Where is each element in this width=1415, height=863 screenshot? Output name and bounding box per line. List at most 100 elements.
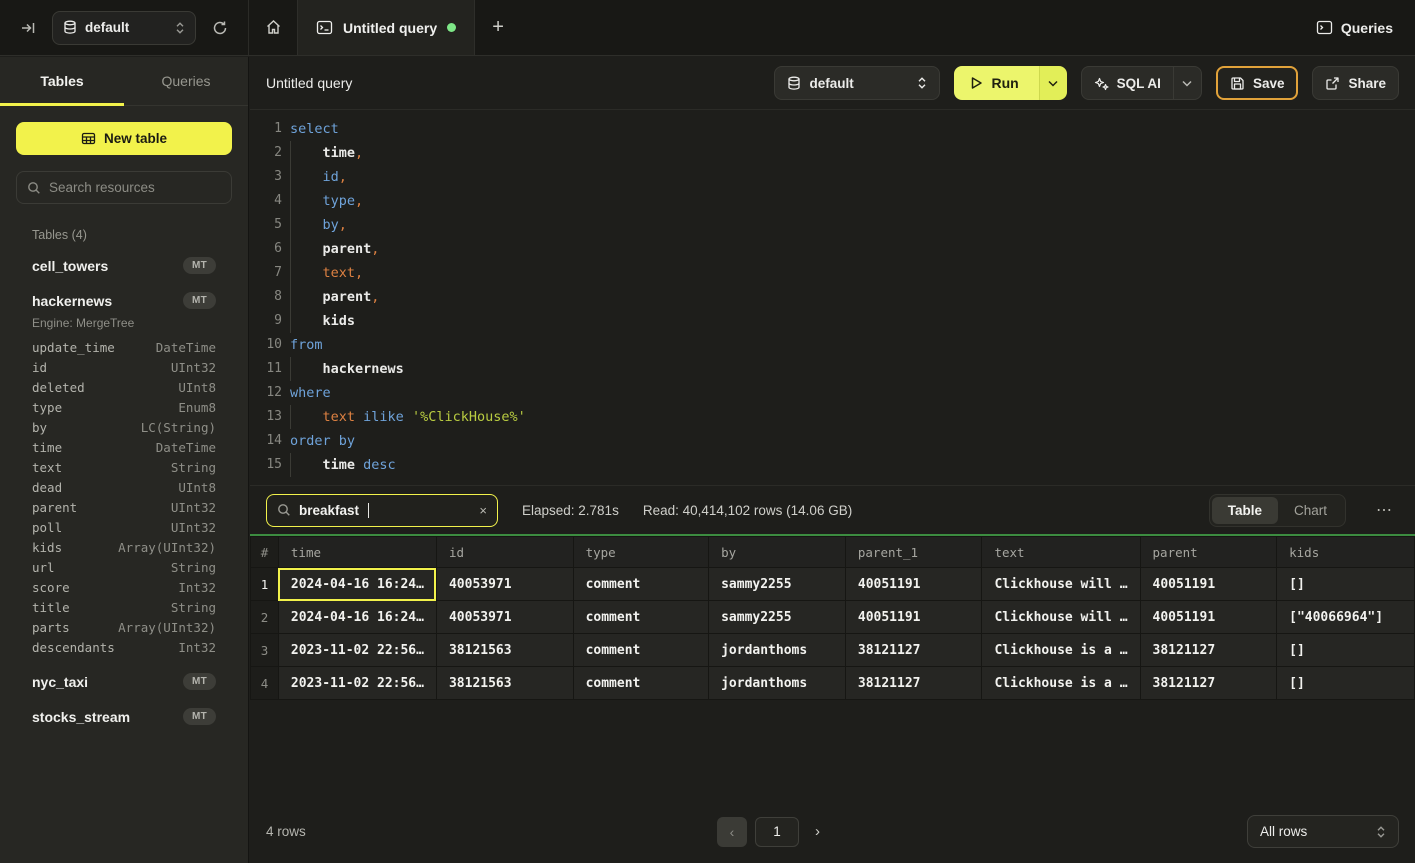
line-number: 7 [250, 261, 282, 285]
search-resources-input[interactable] [49, 180, 221, 195]
table-cell[interactable]: [] [1277, 667, 1415, 700]
table-cell[interactable]: 2023-11-02 22:56… [278, 667, 436, 700]
table-cell[interactable]: 38121127 [1140, 634, 1277, 667]
search-icon [277, 503, 291, 517]
editor-line[interactable]: 12where [250, 381, 1415, 405]
run-options-button[interactable] [1039, 66, 1067, 100]
top-bar: default Untitled query [0, 0, 1415, 56]
results-filter-input[interactable]: breakfast × [266, 494, 498, 527]
table-cell[interactable]: jordanthoms [709, 634, 846, 667]
sidebar-tab-queries[interactable]: Queries [124, 57, 248, 105]
new-tab-button[interactable]: + [475, 0, 521, 55]
table-cell[interactable]: 38121563 [436, 634, 573, 667]
table-cell[interactable]: 40051191 [1140, 568, 1277, 601]
table-cell[interactable]: sammy2255 [709, 568, 846, 601]
table-cell[interactable]: 40051191 [845, 601, 982, 634]
sql-ai-button[interactable]: SQL AI [1081, 66, 1202, 100]
database-selector-header[interactable]: default [774, 66, 940, 100]
table-cell[interactable]: comment [573, 634, 709, 667]
rows-count: 4 rows [266, 824, 306, 839]
editor-line[interactable]: 3 id, [250, 165, 1415, 189]
editor-line[interactable]: 4 type, [250, 189, 1415, 213]
table-cell[interactable]: ["40066964"] [1277, 601, 1415, 634]
editor-line[interactable]: 13 text ilike '%ClickHouse%' [250, 405, 1415, 429]
tab-untitled-query[interactable]: Untitled query [297, 0, 475, 55]
table-cell[interactable]: Clickhouse will … [982, 568, 1140, 601]
line-code: order by [290, 429, 355, 453]
view-chart-tab[interactable]: Chart [1278, 497, 1343, 524]
editor-line[interactable]: 10from [250, 333, 1415, 357]
previous-page-button[interactable]: ‹ [717, 817, 747, 847]
editor-line[interactable]: 5 by, [250, 213, 1415, 237]
database-selector-topbar[interactable]: default [52, 11, 196, 45]
editor-line[interactable]: 2 time, [250, 141, 1415, 165]
table-cell[interactable]: comment [573, 667, 709, 700]
table-cell[interactable]: 38121127 [845, 634, 982, 667]
editor-line[interactable]: 9 kids [250, 309, 1415, 333]
table-item-nyc-taxi[interactable]: nyc_taxi MT [32, 664, 216, 699]
refresh-icon [212, 20, 228, 36]
refresh-button[interactable] [206, 14, 234, 42]
home-button[interactable] [249, 0, 297, 55]
column-row: kidsArray(UInt32) [32, 538, 216, 558]
table-cell[interactable]: sammy2255 [709, 601, 846, 634]
table-cell[interactable]: [] [1277, 634, 1415, 667]
table-cell[interactable]: 40053971 [436, 601, 573, 634]
column-header[interactable]: # [251, 537, 279, 568]
editor-line[interactable]: 8 parent, [250, 285, 1415, 309]
save-button[interactable]: Save [1216, 66, 1299, 100]
editor-line[interactable]: 7 text, [250, 261, 1415, 285]
editor-line[interactable]: 6 parent, [250, 237, 1415, 261]
column-header[interactable]: type [573, 537, 709, 568]
column-header[interactable]: by [709, 537, 846, 568]
table-cell[interactable]: jordanthoms [709, 667, 846, 700]
table-cell[interactable]: 40053971 [436, 568, 573, 601]
table-item-stocks-stream[interactable]: stocks_stream MT [32, 699, 216, 734]
sql-editor[interactable]: 1select2 time,3 id,4 type,5 by,6 parent,… [250, 110, 1415, 485]
collapse-sidebar-button[interactable] [14, 14, 42, 42]
run-button[interactable]: Run [954, 66, 1038, 100]
table-cell[interactable]: 38121127 [1140, 667, 1277, 700]
table-cell[interactable]: 38121563 [436, 667, 573, 700]
table-item-hackernews[interactable]: hackernews MT [32, 283, 216, 318]
line-number: 11 [250, 357, 282, 381]
editor-line[interactable]: 14order by [250, 429, 1415, 453]
sidebar-search[interactable] [16, 171, 232, 204]
column-header[interactable]: time [278, 537, 436, 568]
view-table-tab[interactable]: Table [1212, 497, 1278, 524]
column-header[interactable]: parent [1140, 537, 1277, 568]
chevron-down-icon [1048, 80, 1058, 87]
table-cell[interactable]: 40051191 [845, 568, 982, 601]
editor-line[interactable]: 1select [250, 117, 1415, 141]
table-cell[interactable]: comment [573, 601, 709, 634]
clear-filter-button[interactable]: × [479, 503, 487, 518]
column-header[interactable]: kids [1277, 537, 1415, 568]
sidebar-tab-tables[interactable]: Tables [0, 57, 124, 105]
table-cell[interactable]: 38121127 [845, 667, 982, 700]
table-cell[interactable]: Clickhouse will … [982, 601, 1140, 634]
line-number: 10 [250, 333, 282, 357]
table-cell[interactable]: [] [1277, 568, 1415, 601]
column-header[interactable]: id [436, 537, 573, 568]
column-header[interactable]: parent_1 [845, 537, 982, 568]
table-cell[interactable]: 2023-11-02 22:56… [278, 634, 436, 667]
next-page-button[interactable]: › [807, 819, 828, 844]
table-cell[interactable]: 2024-04-16 16:24… [278, 601, 436, 634]
new-table-button[interactable]: New table [16, 122, 232, 155]
table-cell[interactable]: 40051191 [1140, 601, 1277, 634]
share-button[interactable]: Share [1312, 66, 1399, 100]
page-size-selector[interactable]: All rows [1247, 815, 1399, 848]
table-cell[interactable]: Clickhouse is a … [982, 634, 1140, 667]
table-cell[interactable]: 2024-04-16 16:24… [278, 568, 436, 601]
editor-line[interactable]: 11 hackernews [250, 357, 1415, 381]
column-header[interactable]: text [982, 537, 1140, 568]
table-cell[interactable]: Clickhouse is a … [982, 667, 1140, 700]
page-number-input[interactable]: 1 [755, 817, 799, 847]
editor-line[interactable]: 15 time desc [250, 453, 1415, 477]
sql-ai-options-button[interactable] [1173, 67, 1201, 99]
queries-button[interactable]: Queries [1316, 20, 1393, 36]
column-name: by [32, 418, 47, 438]
more-options-button[interactable]: ⋯ [1370, 496, 1399, 524]
table-cell[interactable]: comment [573, 568, 709, 601]
table-item-cell-towers[interactable]: cell_towers MT [32, 248, 216, 283]
